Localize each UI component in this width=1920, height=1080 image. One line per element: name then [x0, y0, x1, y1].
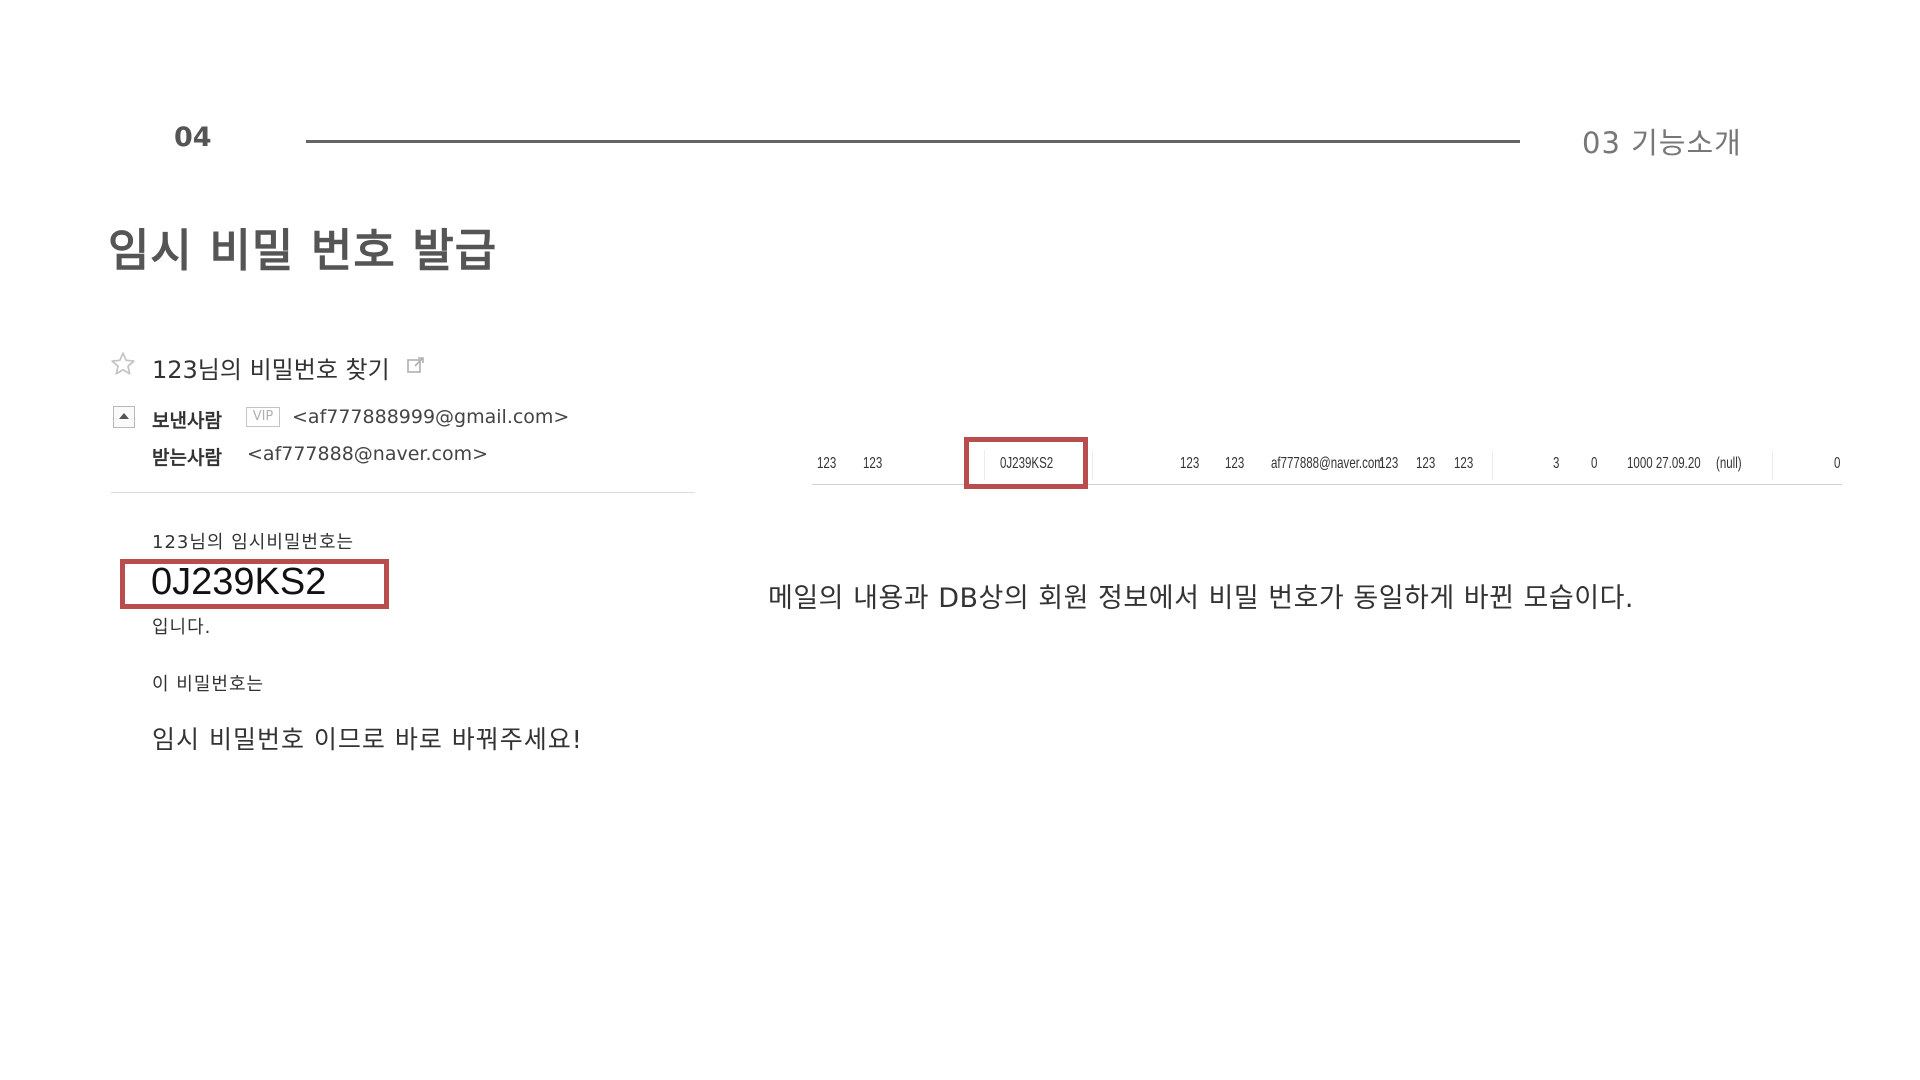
slide-title: 임시 비밀 번호 발급: [108, 224, 498, 277]
db-cell: 123: [863, 455, 883, 472]
recipient-email[interactable]: <af777888@naver.com>: [247, 443, 488, 465]
header-divider: [306, 140, 1520, 143]
caption: 메일의 내용과 DB상의 회원 정보에서 비밀 번호가 동일하게 바뀐 모습이다…: [768, 583, 1634, 614]
db-cell: 0: [1834, 455, 1841, 472]
db-cell: 3: [1553, 455, 1560, 472]
temp-password: 0J239KS2: [151, 561, 327, 603]
db-cell: 123: [1416, 455, 1436, 472]
sender-label: 보낸사람: [152, 410, 222, 432]
collapse-button[interactable]: [113, 406, 135, 428]
db-cell: (null): [1716, 455, 1742, 472]
column-separator: [1772, 450, 1773, 480]
email-body-line: 임시 비밀번호 이므로 바로 바꿔주세요!: [152, 725, 583, 754]
email-body-line: 입니다.: [152, 617, 212, 638]
db-cell: 123: [1225, 455, 1245, 472]
email-divider: [111, 492, 695, 493]
vip-badge: VIP: [246, 407, 280, 427]
db-cell: 123: [1379, 455, 1399, 472]
page-number: 04: [174, 122, 212, 153]
db-password-highlight-box: [964, 437, 1088, 489]
star-icon[interactable]: [110, 351, 136, 377]
section-title: 03 기능소개: [1582, 126, 1742, 160]
email-body-line: 이 비밀번호는: [152, 674, 265, 695]
db-cell-email: af777888@naver.com: [1271, 455, 1384, 472]
caret-up-icon: [119, 413, 129, 419]
column-separator: [1092, 450, 1093, 480]
sender-email[interactable]: <af777888999@gmail.com>: [292, 406, 569, 428]
db-cell-date: 1000 27.09.20: [1627, 455, 1701, 472]
db-cell: 123: [1454, 455, 1474, 472]
email-subject: 123님의 비밀번호 찾기: [152, 356, 390, 384]
db-cell: 123: [817, 455, 837, 472]
external-link-icon[interactable]: [406, 355, 426, 375]
column-separator: [1492, 450, 1493, 480]
db-cell: 0: [1591, 455, 1598, 472]
db-cell: 123: [1180, 455, 1200, 472]
recipient-label: 받는사람: [152, 447, 222, 469]
email-body-line: 123님의 임시비밀번호는: [152, 532, 355, 553]
